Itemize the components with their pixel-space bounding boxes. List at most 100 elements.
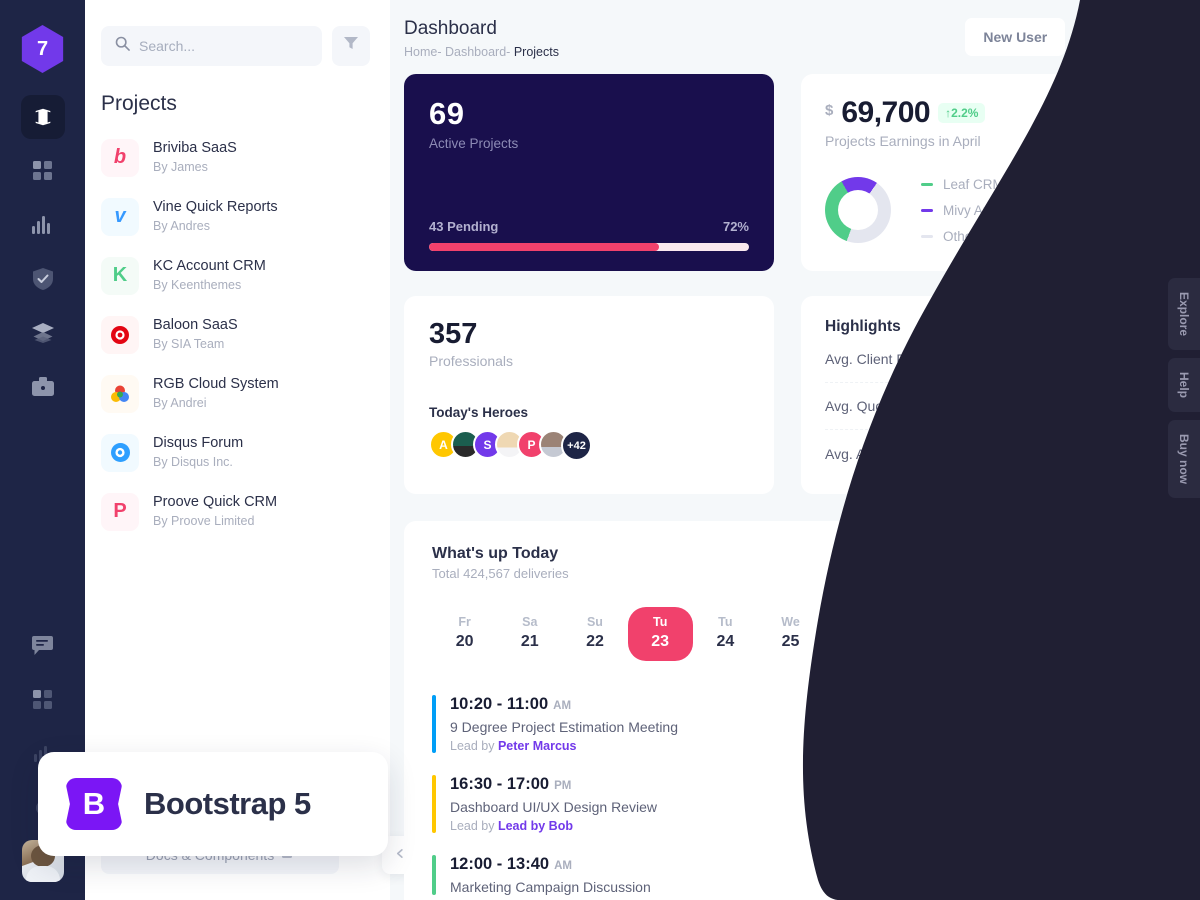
avatar-more[interactable]: +42 — [561, 430, 592, 461]
day-item[interactable]: Th 26 — [823, 607, 888, 661]
day-item[interactable]: Tu 24 — [693, 607, 758, 661]
legend-item: Leaf CRM $7,660 — [921, 171, 1149, 197]
rail-item-apps[interactable] — [21, 678, 65, 722]
rail-item-cube[interactable] — [20, 95, 65, 139]
event-time: 10:20 - 11:00 — [450, 695, 549, 713]
event-color-bar — [432, 855, 436, 895]
earnings-legend: Leaf CRM $7,660 Mivy App $2,820 Others $… — [921, 171, 1149, 249]
day-of-week: Mo — [1107, 615, 1126, 629]
project-name: Briviba SaaS — [153, 139, 237, 156]
list-item[interactable]: b Briviba SaaS By James — [101, 128, 374, 187]
day-item[interactable]: Fri 27 — [888, 607, 953, 661]
project-owner: By Proove Limited — [153, 514, 255, 529]
rail-item-widgets[interactable] — [21, 149, 65, 193]
cards-grid: 69 Active Projects 43 Pending 72% 357 Pr… — [390, 59, 1200, 900]
highlight-suffix: /10 — [1128, 351, 1149, 367]
dashboard-app: 7 Search... Projects b Briviba SaaS By J… — [0, 0, 1200, 900]
legend-item: Mivy App $2,820 — [921, 197, 1149, 223]
project-owner: By SIA Team — [153, 337, 225, 352]
rail-item-security[interactable] — [21, 257, 65, 301]
app-logo[interactable]: 7 — [21, 25, 64, 73]
day-number: 24 — [716, 633, 735, 650]
legend-label: Others — [943, 228, 984, 244]
whats-up-card: What's up Today Total 424,567 deliveries… — [404, 521, 1173, 900]
day-item-selected[interactable]: Tu 23 — [627, 607, 693, 661]
new-goal-button[interactable]: New Goal — [1075, 18, 1175, 56]
side-tab-explore[interactable]: Explore — [1168, 278, 1200, 351]
side-tab-label: Help — [1177, 372, 1191, 399]
breadcrumb-current: Projects — [513, 45, 559, 59]
day-item[interactable]: Sa 28 — [954, 607, 1019, 661]
side-tab-label: Buy now — [1177, 434, 1191, 485]
rail-item-layers[interactable] — [21, 311, 65, 355]
view-button[interactable]: View — [1087, 859, 1149, 891]
view-button[interactable]: View — [1087, 788, 1149, 820]
new-user-button[interactable]: New User — [965, 18, 1066, 56]
list-item[interactable]: v Vine Quick Reports By Andres — [101, 187, 374, 246]
highlight-value: 7.8 — [1100, 351, 1121, 367]
panel-title: Projects — [101, 92, 177, 115]
page-title: Dashboard — [404, 18, 497, 39]
highlights-title: Highlights — [825, 318, 901, 335]
list-item[interactable]: Disqus Forum By Disqus Inc. — [101, 423, 374, 482]
report-center-button[interactable]: Report Cecnter — [1019, 544, 1149, 580]
day-item[interactable]: Fr 20 — [432, 607, 497, 661]
list-item[interactable]: P Proove Quick CRM By Proove Limited — [101, 482, 374, 541]
day-number: 27 — [912, 633, 930, 650]
bootstrap-logo-icon: B — [66, 778, 122, 830]
event-lead: Lead by Peter Marcus — [450, 739, 678, 753]
day-of-week: Su — [1043, 615, 1060, 629]
rail-item-chat[interactable] — [21, 624, 65, 668]
list-item[interactable]: Baloon SaaS By SIA Team — [101, 305, 374, 364]
heroes-title: Today's Heroes — [429, 405, 528, 420]
status-badge: ↑2.2% — [938, 103, 986, 123]
event-lead-name[interactable]: Lead by Bob — [498, 819, 573, 833]
filter-button[interactable] — [332, 26, 370, 66]
progress-header: 43 Pending 72% — [429, 219, 749, 234]
day-item[interactable]: Su 22 — [562, 607, 627, 661]
rail-item-statistics[interactable] — [21, 203, 65, 247]
event-lead-name[interactable]: Peter Marcus — [498, 739, 577, 753]
project-name: Vine Quick Reports — [153, 198, 278, 215]
event-time: 16:30 - 17:00 — [450, 775, 550, 793]
search-input[interactable]: Search... — [101, 26, 322, 66]
day-item[interactable]: Su 29 — [1019, 607, 1084, 661]
currency-symbol: $ — [825, 102, 834, 119]
filter-icon — [344, 37, 358, 55]
breadcrumb-home[interactable]: Home- — [404, 45, 442, 59]
day-number: 22 — [586, 633, 604, 650]
search-placeholder: Search... — [139, 38, 196, 54]
day-item[interactable]: We 25 — [758, 607, 823, 661]
highlight-value-group: ↙ 730 — [1105, 398, 1149, 415]
view-button[interactable]: View — [1087, 708, 1149, 740]
side-tab-help[interactable]: Help — [1168, 358, 1200, 413]
project-list: b Briviba SaaS By James v Vine Quick Rep… — [85, 122, 390, 541]
list-item: 12:00 - 13:40 AM Marketing Campaign Discu… — [432, 845, 1149, 900]
day-number: 28 — [977, 633, 995, 650]
breadcrumb: Home- Dashboard- Projects — [404, 45, 559, 59]
project-logo — [101, 433, 139, 472]
progress-fill — [429, 243, 660, 251]
event-time-row: 12:00 - 13:40 AM — [450, 855, 651, 874]
list-item: 16:30 - 17:00 PM Dashboard UI/UX Design R… — [432, 765, 1149, 845]
breadcrumb-dashboard[interactable]: Dashboard- — [445, 45, 510, 59]
right-column: $ 69,700 ↑2.2% Projects Earnings in Apri… — [801, 74, 1173, 494]
event-body: 10:20 - 11:00 AM 9 Degree Project Estimat… — [450, 695, 678, 753]
rail-item-projects[interactable] — [21, 365, 65, 409]
day-of-week: Tu — [652, 615, 668, 629]
day-number: 20 — [455, 633, 474, 650]
side-tab-buy-now[interactable]: Buy now — [1168, 420, 1200, 499]
day-item[interactable]: Sa 21 — [497, 607, 562, 661]
day-of-week: Sa — [522, 615, 538, 629]
project-owner: By Andrei — [153, 396, 207, 411]
list-item[interactable]: RGB Cloud System By Andrei — [101, 364, 374, 423]
highlight-value-group: ↗ $2,309 — [1085, 445, 1149, 462]
chat-icon — [32, 636, 53, 656]
active-projects-label: Active Projects — [429, 136, 519, 151]
project-logo — [101, 315, 139, 354]
side-tab-label: Explore — [1177, 292, 1191, 337]
arrow-up-icon: ↗ — [1084, 445, 1097, 461]
day-item[interactable]: Mo 30 — [1084, 607, 1149, 661]
list-item[interactable]: K KC Account CRM By Keenthemes — [101, 246, 374, 305]
earnings-amount: 69,700 — [841, 96, 931, 129]
